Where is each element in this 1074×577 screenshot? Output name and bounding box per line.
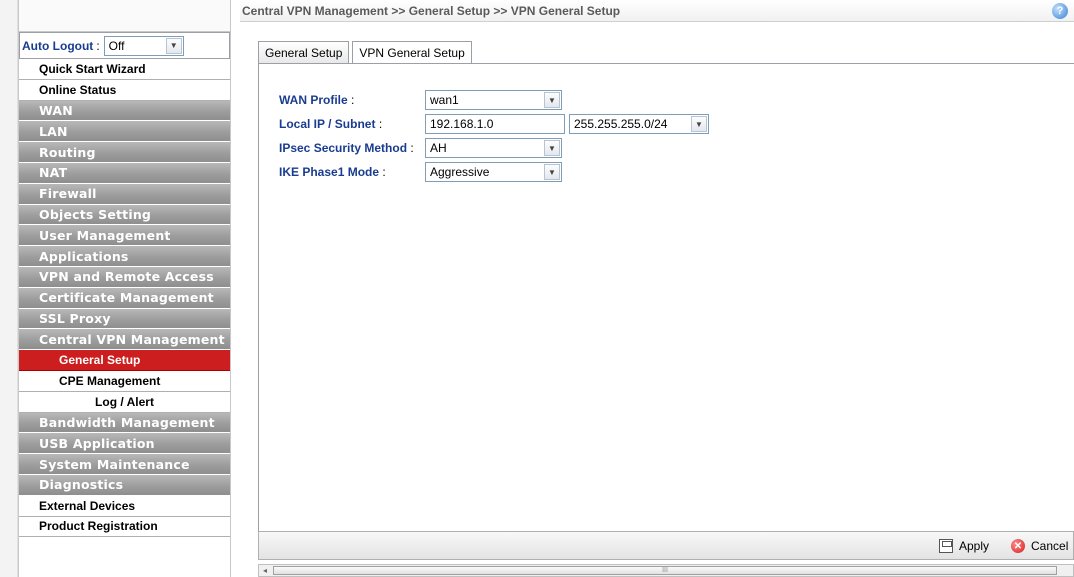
- wan-profile-colon: :: [351, 93, 355, 107]
- sidebar-header: [19, 0, 230, 32]
- sidebar-item-user-management[interactable]: User Management: [19, 225, 230, 247]
- ike-value: Aggressive: [430, 165, 490, 179]
- sidebar-item-routing[interactable]: Routing: [19, 142, 230, 163]
- apply-label: Apply: [959, 539, 990, 553]
- tab-bar: General Setup VPN General Setup: [258, 41, 475, 64]
- subnet-select[interactable]: 255.255.255.0/24 ▼: [569, 114, 709, 134]
- cancel-button[interactable]: ✕ Cancel: [1011, 536, 1068, 556]
- grip-icon: III: [662, 567, 668, 574]
- apply-button[interactable]: Apply: [939, 536, 989, 556]
- sidebar-item-objects-setting[interactable]: Objects Setting: [19, 204, 230, 226]
- sidebar-item-cpe-management[interactable]: CPE Management: [19, 370, 230, 392]
- sidebar-item-system-maintenance[interactable]: System Maintenance: [19, 454, 230, 475]
- ike-label: IKE Phase1 Mode: [279, 165, 380, 179]
- sidebar-item-bandwidth-management[interactable]: Bandwidth Management: [19, 412, 230, 434]
- sidebar-item-usb-application[interactable]: USB Application: [19, 433, 230, 455]
- sidebar-item-product-registration[interactable]: Product Registration: [19, 516, 230, 538]
- chevron-down-icon[interactable]: ▼: [544, 92, 560, 108]
- local-ip-row: Local IP / Subnet : 192.168.1.0 255.255.…: [279, 113, 709, 135]
- sidebar: Auto Logout : Off ▼ Quick Start Wizard On…: [18, 0, 231, 577]
- sidebar-menu: Quick Start Wizard Online Status WAN LAN Rou…: [19, 59, 230, 538]
- auto-logout-select[interactable]: Off ▼: [103, 35, 184, 56]
- chevron-down-icon[interactable]: ▼: [544, 140, 560, 156]
- tab-vpn-general-setup[interactable]: VPN General Setup: [352, 41, 472, 64]
- auto-logout-label: Auto Logout: [22, 38, 94, 53]
- ipsec-value: AH: [430, 141, 447, 155]
- scrollbar-thumb[interactable]: III: [273, 566, 1057, 575]
- cancel-label: Cancel: [1031, 539, 1069, 553]
- local-ip-label: Local IP / Subnet: [279, 117, 376, 131]
- left-frame-strip: [0, 0, 18, 577]
- sidebar-item-nat[interactable]: NAT: [19, 162, 230, 184]
- wan-profile-label: WAN Profile: [279, 93, 348, 107]
- main-content: Central VPN Management >> General Setup …: [240, 0, 1074, 577]
- chevron-down-icon[interactable]: ▼: [544, 164, 560, 180]
- wan-profile-select[interactable]: wan1 ▼: [425, 90, 562, 110]
- sidebar-item-lan[interactable]: LAN: [19, 121, 230, 143]
- sidebar-item-online-status[interactable]: Online Status: [19, 79, 230, 101]
- action-bar: Apply ✕ Cancel: [258, 531, 1074, 560]
- ipsec-row: IPsec Security Method : AH ▼: [279, 137, 562, 159]
- sidebar-item-wan[interactable]: WAN: [19, 100, 230, 122]
- cancel-icon: ✕: [1011, 539, 1025, 553]
- sidebar-item-central-vpn-management[interactable]: Central VPN Management: [19, 329, 230, 351]
- ike-select[interactable]: Aggressive ▼: [425, 162, 562, 182]
- breadcrumb: Central VPN Management >> General Setup …: [240, 0, 1074, 22]
- ipsec-label: IPsec Security Method: [279, 141, 408, 155]
- auto-logout-colon: :: [96, 38, 100, 53]
- chevron-down-icon[interactable]: ▼: [691, 116, 707, 132]
- horizontal-scrollbar[interactable]: ◂ III: [258, 564, 1074, 577]
- sidebar-item-certificate-management[interactable]: Certificate Management: [19, 287, 230, 309]
- subnet-value: 255.255.255.0/24: [574, 117, 668, 131]
- sidebar-item-general-setup[interactable]: General Setup: [19, 350, 230, 371]
- ike-row: IKE Phase1 Mode : Aggressive ▼: [279, 161, 562, 183]
- scroll-left-icon[interactable]: ◂: [259, 565, 271, 576]
- sidebar-item-external-devices[interactable]: External Devices: [19, 495, 230, 517]
- sidebar-item-log-alert[interactable]: Log / Alert: [19, 391, 230, 413]
- auto-logout-row: Auto Logout : Off ▼: [19, 32, 230, 59]
- ike-colon: :: [382, 165, 386, 179]
- sidebar-item-diagnostics[interactable]: Diagnostics: [19, 474, 230, 496]
- ipsec-colon: :: [410, 141, 414, 155]
- ipsec-select[interactable]: AH ▼: [425, 138, 562, 158]
- wan-profile-value: wan1: [430, 93, 459, 107]
- local-ip-colon: :: [378, 117, 383, 131]
- wan-profile-row: WAN Profile : wan1 ▼: [279, 89, 562, 111]
- local-ip-input[interactable]: 192.168.1.0: [425, 114, 565, 134]
- tab-general-setup[interactable]: General Setup: [258, 41, 350, 63]
- sidebar-item-firewall[interactable]: Firewall: [19, 183, 230, 205]
- sidebar-item-vpn-and-remote-access[interactable]: VPN and Remote Access: [19, 266, 230, 288]
- sidebar-item-applications[interactable]: Applications: [19, 246, 230, 267]
- sidebar-item-quick-start-wizard[interactable]: Quick Start Wizard: [19, 59, 230, 80]
- help-icon[interactable]: ?: [1052, 3, 1068, 19]
- auto-logout-value: Off: [108, 38, 125, 53]
- save-icon: [939, 539, 953, 553]
- settings-panel: WAN Profile : wan1 ▼ Local IP / Subnet :…: [258, 63, 1074, 531]
- sidebar-item-ssl-proxy[interactable]: SSL Proxy: [19, 308, 230, 330]
- chevron-down-icon[interactable]: ▼: [165, 37, 182, 54]
